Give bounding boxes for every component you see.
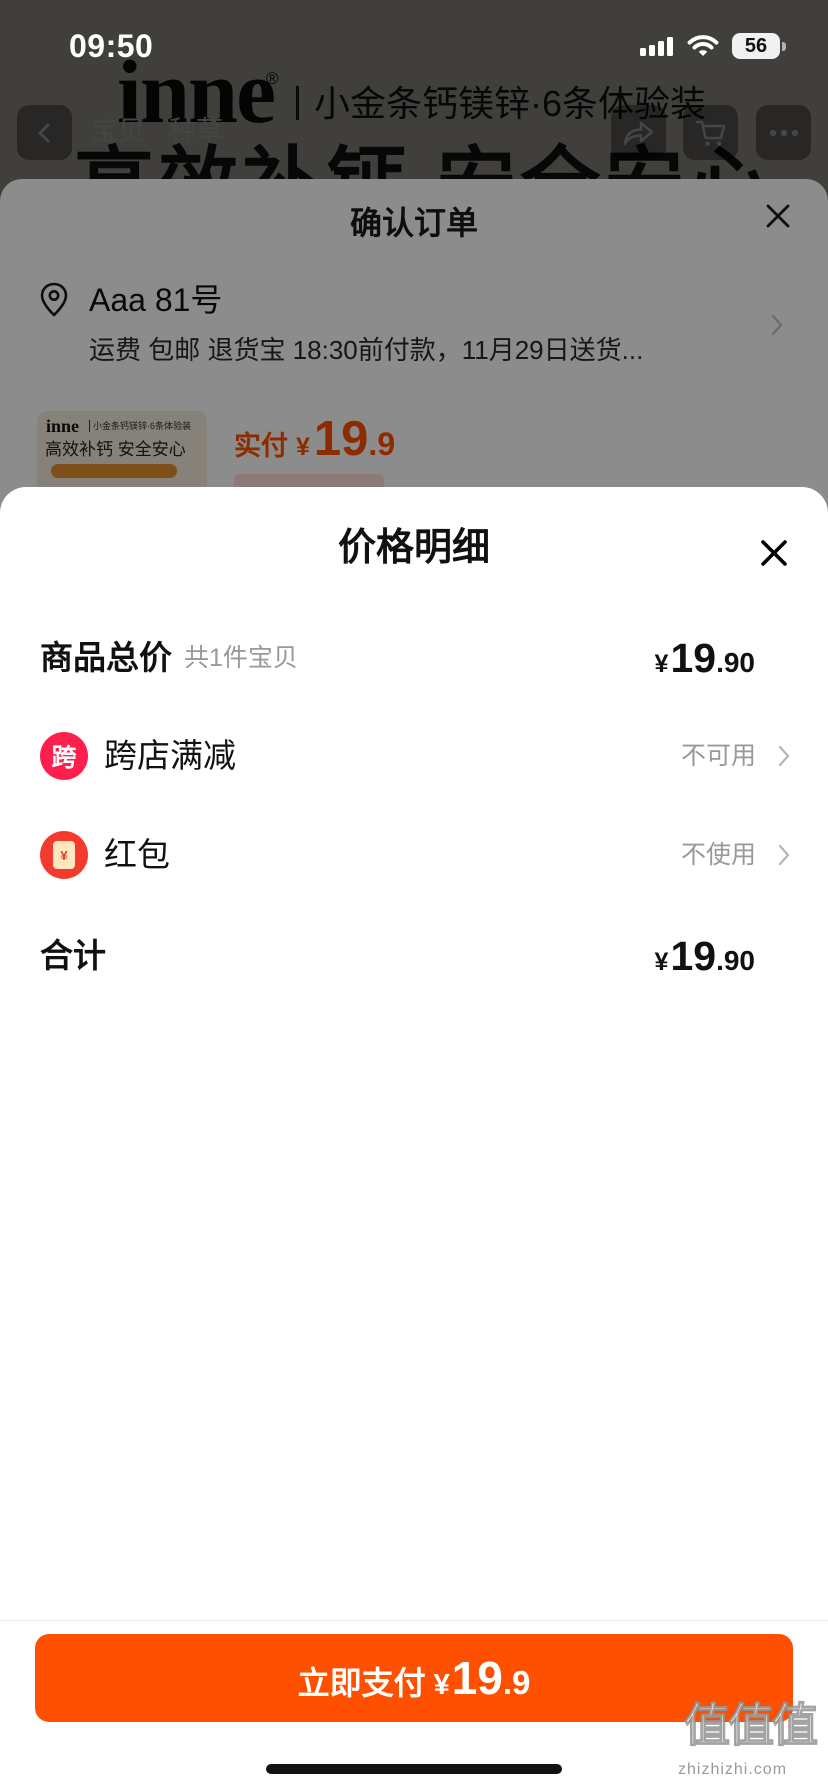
goods-total-left: 商品总价 共1件宝贝 xyxy=(40,638,298,678)
status-time: 09:50 xyxy=(69,28,154,64)
battery-icon: 56 xyxy=(732,33,786,59)
red-packet-envelope: ¥ xyxy=(53,841,75,869)
home-indicator[interactable] xyxy=(266,1764,562,1774)
pay-now-button[interactable]: 立即支付 ¥ 19 .9 xyxy=(35,1634,793,1722)
goods-total-currency: ¥ xyxy=(654,649,669,678)
pay-now-integer: 19 xyxy=(451,1652,503,1704)
cross-store-status-text: 不可用 xyxy=(680,742,756,770)
goods-total-amount: ¥ 19 .90 xyxy=(655,635,790,682)
battery-level: 56 xyxy=(744,35,768,57)
pay-now-content: 立即支付 ¥ 19 .9 xyxy=(298,1651,531,1705)
total-currency: ¥ xyxy=(654,947,669,976)
total-row: 合计 ¥ 19 .90 xyxy=(40,926,790,986)
pay-now-label: 立即支付 xyxy=(297,1665,426,1701)
chevron-right-icon xyxy=(778,745,790,767)
cross-store-label: 跨店满减 xyxy=(104,737,236,774)
watermark-logo: 值值值 xyxy=(683,1698,818,1751)
red-packet-status-text: 不使用 xyxy=(680,841,756,869)
red-packet-left: ¥ 红包 xyxy=(40,831,170,879)
price-detail-title: 价格明细 xyxy=(337,527,490,569)
red-packet-label: 红包 xyxy=(104,836,170,873)
total-amount: ¥ 19 .90 xyxy=(655,933,790,980)
battery-tip xyxy=(782,41,786,51)
goods-total-label: 商品总价 xyxy=(40,639,172,676)
cross-store-discount-row[interactable]: 跨 跨店满减 不可用 xyxy=(40,726,790,786)
goods-total-integer: 19 xyxy=(670,634,717,681)
red-packet-status[interactable]: 不使用 xyxy=(681,835,790,875)
pay-now-decimal: .9 xyxy=(502,1664,531,1701)
cross-store-badge: 跨 xyxy=(40,732,88,780)
item-count-note: 共1件宝贝 xyxy=(184,644,298,672)
price-detail-sheet: 价格明细 商品总价 共1件宝贝 ¥ 19 .90 跨 跨店满减 不可用 ¥ 红包… xyxy=(0,487,828,1792)
total-left: 合计 xyxy=(40,936,106,976)
chevron-right-icon xyxy=(778,844,790,866)
wifi-icon xyxy=(686,32,720,58)
watermark-site: zhizhizhi.com xyxy=(678,1761,788,1778)
bottom-divider xyxy=(0,1620,828,1621)
status-bar: 09:50 56 xyxy=(0,0,828,80)
pay-now-currency: ¥ xyxy=(433,1669,450,1701)
cross-store-left: 跨 跨店满减 xyxy=(40,732,236,780)
cellular-signal-icon xyxy=(640,35,674,57)
close-icon[interactable] xyxy=(759,538,789,568)
cross-store-status[interactable]: 不可用 xyxy=(681,736,790,776)
red-packet-icon: ¥ xyxy=(40,831,88,879)
goods-total-row: 商品总价 共1件宝贝 ¥ 19 .90 xyxy=(40,628,790,688)
goods-total-decimal: .90 xyxy=(716,646,755,678)
total-decimal: .90 xyxy=(716,944,755,976)
red-packet-row[interactable]: ¥ 红包 不使用 xyxy=(40,825,790,885)
battery-body: 56 xyxy=(732,33,780,59)
total-label: 合计 xyxy=(40,937,106,974)
total-integer: 19 xyxy=(670,932,717,979)
